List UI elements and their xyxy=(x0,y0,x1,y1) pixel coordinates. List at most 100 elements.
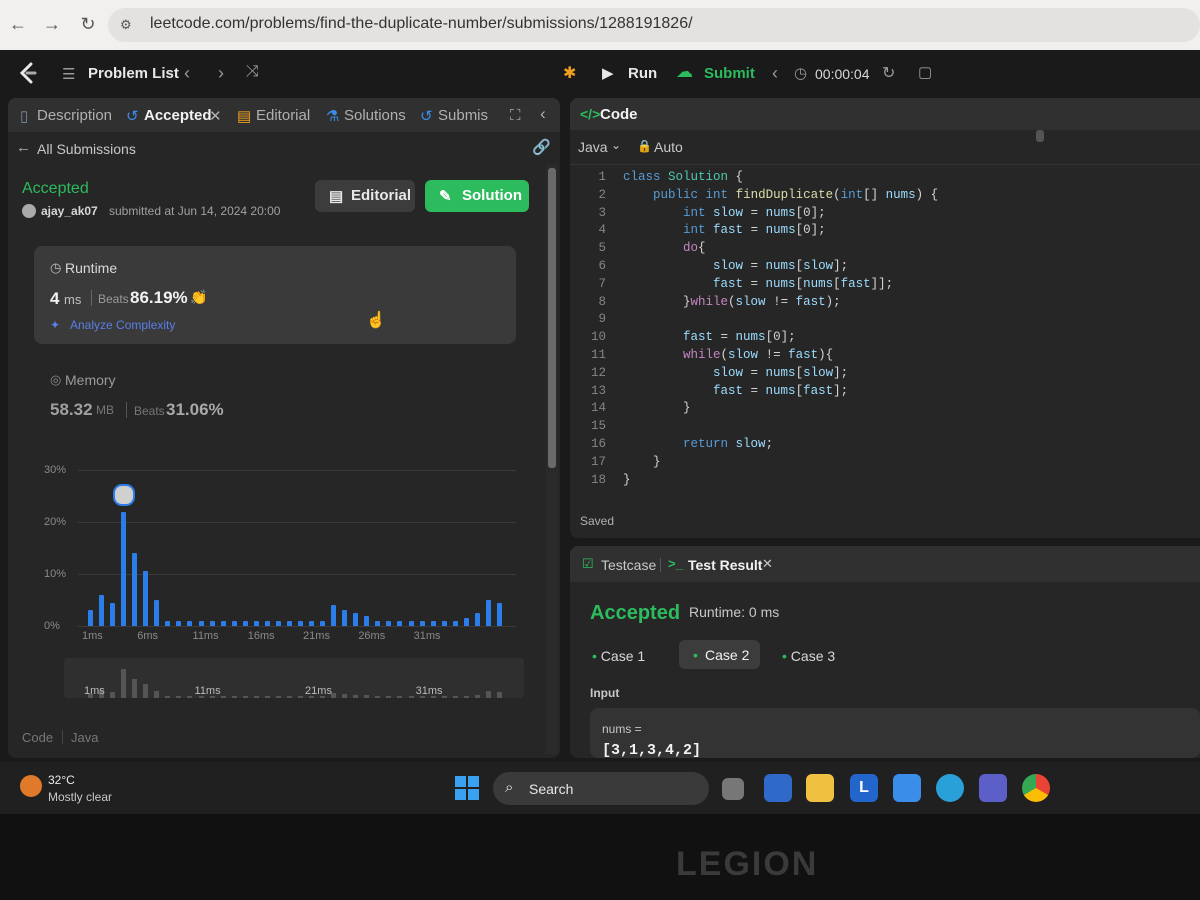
tab-editorial[interactable]: Editorial xyxy=(256,107,310,124)
lenovo-l-icon[interactable]: L xyxy=(850,774,878,802)
teams-icon[interactable] xyxy=(979,774,1007,802)
runtime-bar[interactable] xyxy=(132,553,138,626)
upload-cloud-icon[interactable]: ☁ xyxy=(676,62,693,82)
runtime-bar[interactable] xyxy=(419,620,425,626)
runtime-bar[interactable] xyxy=(430,620,436,626)
case-2-tab[interactable]: • Case 2 xyxy=(679,640,760,669)
runtime-bar[interactable] xyxy=(209,620,215,626)
runtime-bar[interactable] xyxy=(397,620,403,626)
case-1-tab[interactable]: • Case 1 xyxy=(592,648,645,664)
all-submissions-link[interactable]: All Submissions xyxy=(37,141,136,157)
runtime-bar[interactable] xyxy=(165,620,171,626)
store-icon[interactable] xyxy=(764,774,792,802)
tab-description[interactable]: Description xyxy=(37,107,112,124)
scrollbar-thumb[interactable] xyxy=(548,168,556,468)
runtime-bar[interactable] xyxy=(264,620,270,626)
edge-icon[interactable] xyxy=(936,774,964,802)
site-info-icon[interactable]: ⚙ xyxy=(120,17,134,32)
forward-icon[interactable]: → xyxy=(42,14,62,34)
runtime-bar[interactable] xyxy=(198,620,204,626)
runtime-bar[interactable] xyxy=(187,620,193,626)
tab-test-result[interactable]: Test Result xyxy=(688,557,762,573)
tab-accepted[interactable]: Accepted xyxy=(144,107,212,124)
runtime-bar[interactable] xyxy=(220,620,226,626)
solution-button[interactable]: ✎ Solution xyxy=(425,180,529,212)
close-tab-icon[interactable]: ✕ xyxy=(209,107,222,125)
tab-testcase[interactable]: Testcase xyxy=(601,557,656,573)
runtime-bar[interactable] xyxy=(253,620,259,626)
leetcode-logo-icon[interactable] xyxy=(18,62,38,84)
runtime-bar[interactable] xyxy=(496,602,502,626)
case-3-tab[interactable]: • Case 3 xyxy=(782,648,835,664)
topbar: ☰ Problem List ‹ › ⤨ ✱ ▶ Run ☁ Submit ‹ … xyxy=(0,50,1200,96)
next-problem-icon[interactable]: › xyxy=(218,63,224,84)
runtime-bar[interactable] xyxy=(275,620,281,626)
editorial-button[interactable]: ▤ Editorial xyxy=(315,180,415,212)
runtime-bar[interactable] xyxy=(286,620,292,626)
runtime-bar[interactable] xyxy=(231,620,237,626)
runtime-bar[interactable] xyxy=(364,615,370,626)
collapse-timer-icon[interactable]: ‹ xyxy=(772,63,778,84)
runtime-bar[interactable] xyxy=(121,511,127,626)
collapse-panel-icon[interactable]: ‹ xyxy=(540,104,546,124)
debug-icon[interactable]: ✱ xyxy=(563,63,576,83)
close-tab-icon[interactable]: ✕ xyxy=(762,556,773,572)
back-arrow-icon[interactable]: ← xyxy=(16,139,31,156)
runtime-bar[interactable] xyxy=(154,600,160,626)
maximize-icon[interactable]: ⛶ xyxy=(510,107,521,124)
notes-icon[interactable]: ▢ xyxy=(918,63,932,81)
reset-timer-icon[interactable]: ↻ xyxy=(882,63,895,83)
task-view-icon[interactable] xyxy=(722,778,744,800)
analyze-complexity-link[interactable]: Analyze Complexity xyxy=(70,318,175,332)
chart-range-selector[interactable]: 1ms 11ms 21ms 31ms xyxy=(64,658,524,698)
run-button[interactable]: Run xyxy=(628,65,657,82)
language-select[interactable]: Java xyxy=(578,139,608,155)
runtime-bar[interactable] xyxy=(408,620,414,626)
runtime-bar[interactable] xyxy=(88,610,93,626)
runtime-bar[interactable] xyxy=(298,620,303,626)
prev-problem-icon[interactable]: ‹ xyxy=(184,63,190,84)
runtime-bar[interactable] xyxy=(143,571,149,626)
reload-icon[interactable]: ↻ xyxy=(78,14,98,34)
runtime-bar[interactable] xyxy=(110,602,116,626)
username[interactable]: ajay_ak07 xyxy=(41,204,98,218)
auto-mode-label[interactable]: Auto xyxy=(654,139,683,155)
runtime-bar[interactable] xyxy=(176,620,182,626)
windows-start-icon[interactable] xyxy=(455,776,479,800)
runtime-bar[interactable] xyxy=(342,610,348,626)
tab-submissions[interactable]: Submiss xyxy=(438,107,488,124)
play-icon[interactable]: ▶ xyxy=(602,64,614,82)
runtime-card[interactable]: ◷ Runtime 4 ms Beats 86.19% 👏 ✦ Analyze … xyxy=(34,246,516,344)
link-icon[interactable]: 🔗 xyxy=(532,138,551,156)
case-3-label: Case 3 xyxy=(790,648,836,664)
runtime-bar[interactable] xyxy=(375,620,381,626)
weather-icon[interactable] xyxy=(20,775,42,797)
runtime-bar[interactable] xyxy=(242,620,248,626)
tab-solutions[interactable]: Solutions xyxy=(344,107,406,124)
back-icon[interactable]: ← xyxy=(8,14,28,34)
mini-bar xyxy=(264,696,270,698)
submit-button[interactable]: Submit xyxy=(704,65,755,82)
editor-scroll-thumb[interactable] xyxy=(1036,130,1044,142)
file-explorer-icon[interactable] xyxy=(806,774,834,802)
runtime-bar[interactable] xyxy=(463,618,469,626)
avatar[interactable] xyxy=(22,204,36,218)
runtime-bar[interactable] xyxy=(485,600,491,626)
code-editor[interactable]: 1 class Solution {2 public int findDuplic… xyxy=(570,170,1200,500)
taskbar-search-box[interactable] xyxy=(493,772,709,805)
runtime-bar[interactable] xyxy=(386,620,392,626)
shuffle-icon[interactable]: ⤨ xyxy=(246,63,259,81)
runtime-bar[interactable] xyxy=(441,620,447,626)
runtime-bar[interactable] xyxy=(331,605,337,626)
list-icon[interactable]: ☰ xyxy=(62,65,75,83)
runtime-bar[interactable] xyxy=(353,613,359,626)
runtime-bar[interactable] xyxy=(452,620,458,626)
runtime-bar[interactable] xyxy=(309,620,315,626)
runtime-bar[interactable] xyxy=(474,613,480,626)
runtime-bar[interactable] xyxy=(320,620,326,626)
runtime-bar[interactable] xyxy=(99,594,105,626)
chevron-down-icon[interactable]: ⌄ xyxy=(611,138,621,152)
problem-list-link[interactable]: Problem List xyxy=(88,65,179,82)
chrome-icon[interactable] xyxy=(1022,774,1050,802)
mail-icon[interactable] xyxy=(893,774,921,802)
